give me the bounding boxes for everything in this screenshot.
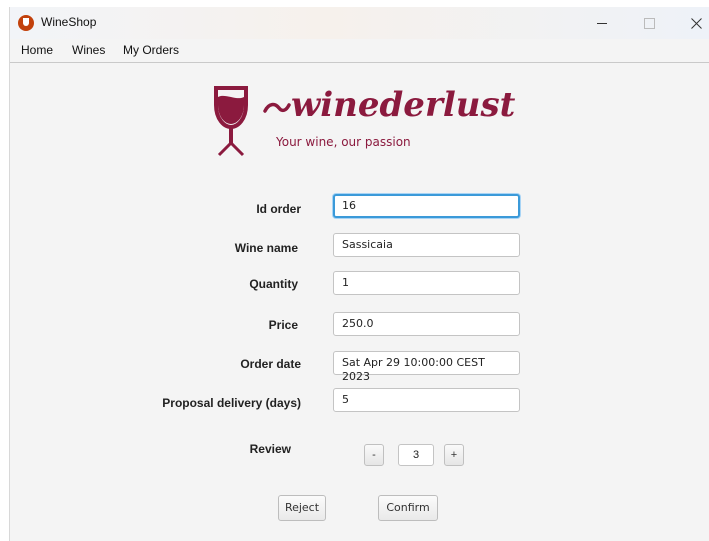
- confirm-button[interactable]: Confirm: [378, 495, 438, 521]
- reject-button[interactable]: Reject: [278, 495, 326, 521]
- id-order-label: Id order: [256, 202, 301, 216]
- close-button[interactable]: [673, 7, 709, 39]
- review-value[interactable]: 3: [398, 444, 434, 466]
- review-decrement-button[interactable]: -: [364, 444, 384, 466]
- wine-icon: [18, 15, 34, 31]
- quantity-field[interactable]: 1: [333, 271, 520, 295]
- logo-swash: [263, 102, 291, 113]
- brand-banner: winederlust Your wine, our passion: [207, 79, 530, 161]
- wine-name-label: Wine name: [234, 241, 298, 255]
- proposal-delivery-label: Proposal delivery (days): [162, 396, 301, 410]
- app-window: WineShop Home Wines My Orders winederlus…: [9, 7, 709, 541]
- price-label: Price: [268, 318, 298, 332]
- wine-glass-icon: [214, 86, 248, 157]
- price-field[interactable]: 250.0: [333, 312, 520, 336]
- wine-name-field[interactable]: Sassicaia: [333, 233, 520, 257]
- review-increment-button[interactable]: +: [444, 444, 464, 466]
- maximize-icon: [643, 17, 655, 29]
- window-title: WineShop: [41, 15, 97, 29]
- review-label: Review: [249, 442, 291, 456]
- title-bar: WineShop: [10, 7, 709, 39]
- brand-tagline: Your wine, our passion: [276, 135, 411, 149]
- minimize-button[interactable]: [579, 7, 625, 39]
- id-order-field[interactable]: 16: [333, 194, 520, 218]
- maximize-button[interactable]: [626, 7, 672, 39]
- close-icon: [690, 17, 702, 29]
- brand-logo-text: winederlust: [291, 85, 516, 125]
- order-date-label: Order date: [240, 357, 301, 371]
- menu-bar: Home Wines My Orders: [10, 39, 709, 63]
- menu-home[interactable]: Home: [21, 43, 53, 57]
- quantity-label: Quantity: [249, 277, 298, 291]
- order-date-field[interactable]: Sat Apr 29 10:00:00 CEST 2023: [333, 351, 520, 383]
- menu-wines[interactable]: Wines: [72, 43, 105, 57]
- minimize-icon: [597, 22, 607, 24]
- proposal-delivery-field[interactable]: 5: [333, 388, 520, 412]
- menu-my-orders[interactable]: My Orders: [123, 43, 179, 57]
